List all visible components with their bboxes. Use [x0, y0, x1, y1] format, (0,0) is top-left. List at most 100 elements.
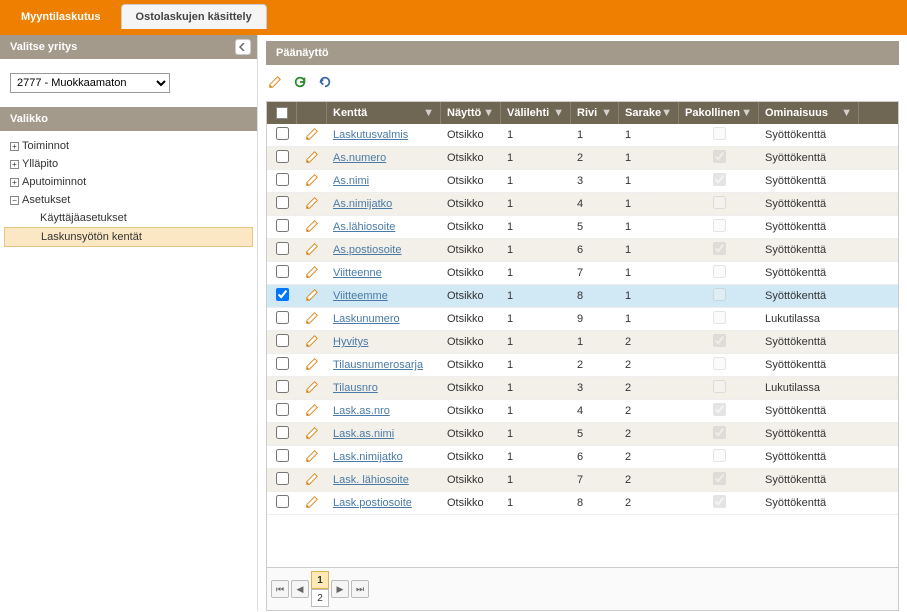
page-last[interactable]: ⏭	[351, 580, 369, 598]
row-checkbox[interactable]	[276, 173, 289, 186]
expand-icon[interactable]: +	[10, 160, 19, 169]
row-checkbox[interactable]	[276, 334, 289, 347]
kentta-link[interactable]: Lask.as.nimi	[327, 426, 441, 442]
row-edit-cell[interactable]	[297, 148, 327, 169]
page-prev[interactable]: ◀	[291, 580, 309, 598]
kentta-link[interactable]: Tilausnro	[327, 380, 441, 396]
row-edit-cell[interactable]	[297, 493, 327, 514]
kentta-link[interactable]: As.lähiosoite	[327, 219, 441, 235]
table-row[interactable]: LaskunumeroOtsikko191Lukutilassa	[267, 308, 898, 331]
page-first[interactable]: ⏮	[271, 580, 289, 598]
kentta-link[interactable]: Viitteemme	[327, 288, 441, 304]
table-row[interactable]: As.nimijatkoOtsikko141Syöttökenttä	[267, 193, 898, 216]
table-row[interactable]: Lask.as.nroOtsikko142Syöttökenttä	[267, 400, 898, 423]
table-row[interactable]: As.postiosoiteOtsikko161Syöttökenttä	[267, 239, 898, 262]
table-row[interactable]: ViitteemmeOtsikko181Syöttökenttä	[267, 285, 898, 308]
row-checkbox[interactable]	[276, 196, 289, 209]
row-edit-cell[interactable]	[297, 240, 327, 261]
collapse-sidebar-button[interactable]	[235, 39, 251, 55]
expand-icon[interactable]: +	[10, 142, 19, 151]
row-edit-cell[interactable]	[297, 125, 327, 146]
kentta-link[interactable]: Lask.nimijatko	[327, 449, 441, 465]
tree-item[interactable]: +Aputoiminnot	[0, 173, 257, 191]
tree-item[interactable]: −Asetukset	[0, 191, 257, 209]
filter-icon[interactable]: ▼	[553, 107, 564, 119]
undo-button[interactable]	[318, 75, 336, 93]
row-edit-cell[interactable]	[297, 332, 327, 353]
col-naytto[interactable]: Näyttö▼	[441, 102, 501, 124]
row-checkbox[interactable]	[276, 311, 289, 324]
kentta-link[interactable]: Laskunumero	[327, 311, 441, 327]
col-valilehti[interactable]: Välilehti▼	[501, 102, 571, 124]
tree-sub-item[interactable]: Käyttäjäasetukset	[0, 209, 257, 227]
row-edit-cell[interactable]	[297, 401, 327, 422]
kentta-link[interactable]: As.nimi	[327, 173, 441, 189]
table-row[interactable]: ViitteenneOtsikko171Syöttökenttä	[267, 262, 898, 285]
col-ominaisuus[interactable]: Ominaisuus▼	[759, 102, 859, 124]
row-checkbox[interactable]	[276, 495, 289, 508]
tree-sub-item[interactable]: Laskunsyötön kentät	[4, 227, 253, 247]
kentta-link[interactable]: Laskutusvalmis	[327, 127, 441, 143]
filter-icon[interactable]: ▼	[661, 107, 672, 119]
table-row[interactable]: TilausnroOtsikko132Lukutilassa	[267, 377, 898, 400]
row-edit-cell[interactable]	[297, 378, 327, 399]
table-row[interactable]: LaskutusvalmisOtsikko111Syöttökenttä	[267, 124, 898, 147]
col-rivi[interactable]: Rivi▼	[571, 102, 619, 124]
row-checkbox[interactable]	[276, 150, 289, 163]
tab-ostolaskut[interactable]: Ostolaskujen käsittely	[121, 4, 267, 29]
row-checkbox[interactable]	[276, 127, 289, 140]
grid-body[interactable]: LaskutusvalmisOtsikko111SyöttökenttäAs.n…	[267, 124, 898, 567]
kentta-link[interactable]: As.numero	[327, 150, 441, 166]
row-checkbox[interactable]	[276, 380, 289, 393]
row-edit-cell[interactable]	[297, 286, 327, 307]
kentta-link[interactable]: As.nimijatko	[327, 196, 441, 212]
row-edit-cell[interactable]	[297, 447, 327, 468]
filter-icon[interactable]: ▼	[601, 107, 612, 119]
table-row[interactable]: As.lähiosoiteOtsikko151Syöttökenttä	[267, 216, 898, 239]
filter-icon[interactable]: ▼	[741, 107, 752, 119]
kentta-link[interactable]: Lask.postiosoite	[327, 495, 441, 511]
row-edit-cell[interactable]	[297, 470, 327, 491]
col-sarake[interactable]: Sarake▼	[619, 102, 679, 124]
row-edit-cell[interactable]	[297, 424, 327, 445]
row-checkbox[interactable]	[276, 242, 289, 255]
kentta-link[interactable]: Lask. lähiosoite	[327, 472, 441, 488]
row-edit-cell[interactable]	[297, 171, 327, 192]
col-pakollinen[interactable]: Pakollinen▼	[679, 102, 759, 124]
row-checkbox[interactable]	[276, 426, 289, 439]
col-kentta[interactable]: Kenttä▼	[327, 102, 441, 124]
row-checkbox[interactable]	[276, 288, 289, 301]
kentta-link[interactable]: As.postiosoite	[327, 242, 441, 258]
table-row[interactable]: Lask.postiosoiteOtsikko182Syöttökenttä	[267, 492, 898, 515]
filter-icon[interactable]: ▼	[841, 107, 852, 119]
refresh-button[interactable]	[293, 75, 311, 93]
expand-icon[interactable]: +	[10, 178, 19, 187]
table-row[interactable]: As.nimiOtsikko131Syöttökenttä	[267, 170, 898, 193]
tree-item[interactable]: +Toiminnot	[0, 137, 257, 155]
filter-icon[interactable]: ▼	[483, 107, 494, 119]
table-row[interactable]: As.numeroOtsikko121Syöttökenttä	[267, 147, 898, 170]
tab-myyntilaskutus[interactable]: Myyntilaskutus	[6, 4, 115, 29]
kentta-link[interactable]: Viitteenne	[327, 265, 441, 281]
row-checkbox[interactable]	[276, 472, 289, 485]
page-next[interactable]: ▶	[331, 580, 349, 598]
row-checkbox[interactable]	[276, 403, 289, 416]
row-edit-cell[interactable]	[297, 194, 327, 215]
row-checkbox[interactable]	[276, 449, 289, 462]
company-select[interactable]: 2777 - Muokkaamaton	[10, 73, 170, 93]
tree-item[interactable]: +Ylläpito	[0, 155, 257, 173]
filter-icon[interactable]: ▼	[423, 107, 434, 119]
kentta-link[interactable]: Hyvitys	[327, 334, 441, 350]
table-row[interactable]: HyvitysOtsikko112Syöttökenttä	[267, 331, 898, 354]
collapse-icon[interactable]: −	[10, 196, 19, 205]
row-edit-cell[interactable]	[297, 355, 327, 376]
row-edit-cell[interactable]	[297, 263, 327, 284]
table-row[interactable]: Lask.nimijatkoOtsikko162Syöttökenttä	[267, 446, 898, 469]
row-edit-cell[interactable]	[297, 217, 327, 238]
table-row[interactable]: TilausnumerosarjaOtsikko122Syöttökenttä	[267, 354, 898, 377]
row-edit-cell[interactable]	[297, 309, 327, 330]
row-checkbox[interactable]	[276, 357, 289, 370]
table-row[interactable]: Lask. lähiosoiteOtsikko172Syöttökenttä	[267, 469, 898, 492]
page-number[interactable]: 2	[311, 589, 329, 607]
row-checkbox[interactable]	[276, 219, 289, 232]
